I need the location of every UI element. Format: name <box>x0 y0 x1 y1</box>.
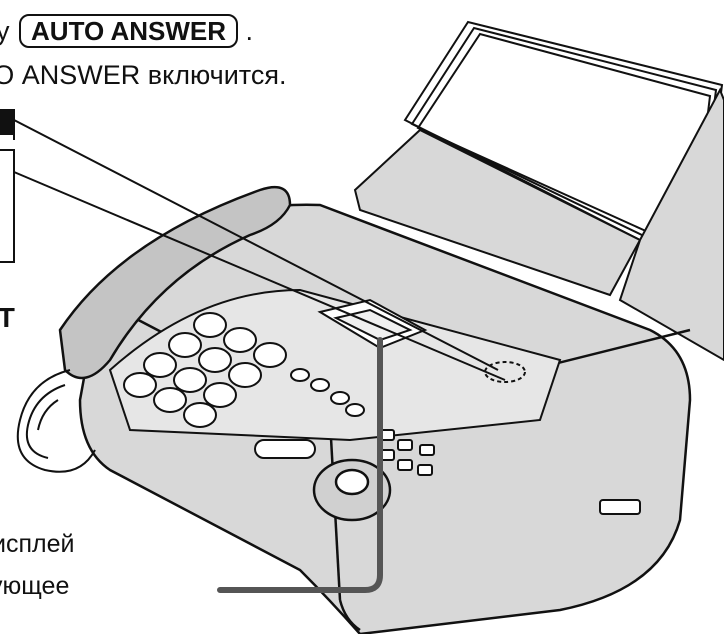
instruction-prefix: у <box>0 16 10 46</box>
instruction-line-1: у AUTO ANSWER . <box>0 14 253 48</box>
instruction-line-2: ТО ANSWER включится. <box>0 60 287 90</box>
display-caption-line-2: ующее <box>0 572 70 600</box>
display-caption-line-1: исплей <box>0 530 75 558</box>
manual-page: у AUTO ANSWER . ТО ANSWER включится. IT … <box>0 0 724 634</box>
fax-machine-illustration <box>0 20 724 634</box>
instruction-suffix: . <box>245 16 254 46</box>
callout-label: IT <box>0 302 15 333</box>
auto-answer-key: AUTO ANSWER <box>19 14 239 48</box>
side-connector <box>599 499 641 515</box>
